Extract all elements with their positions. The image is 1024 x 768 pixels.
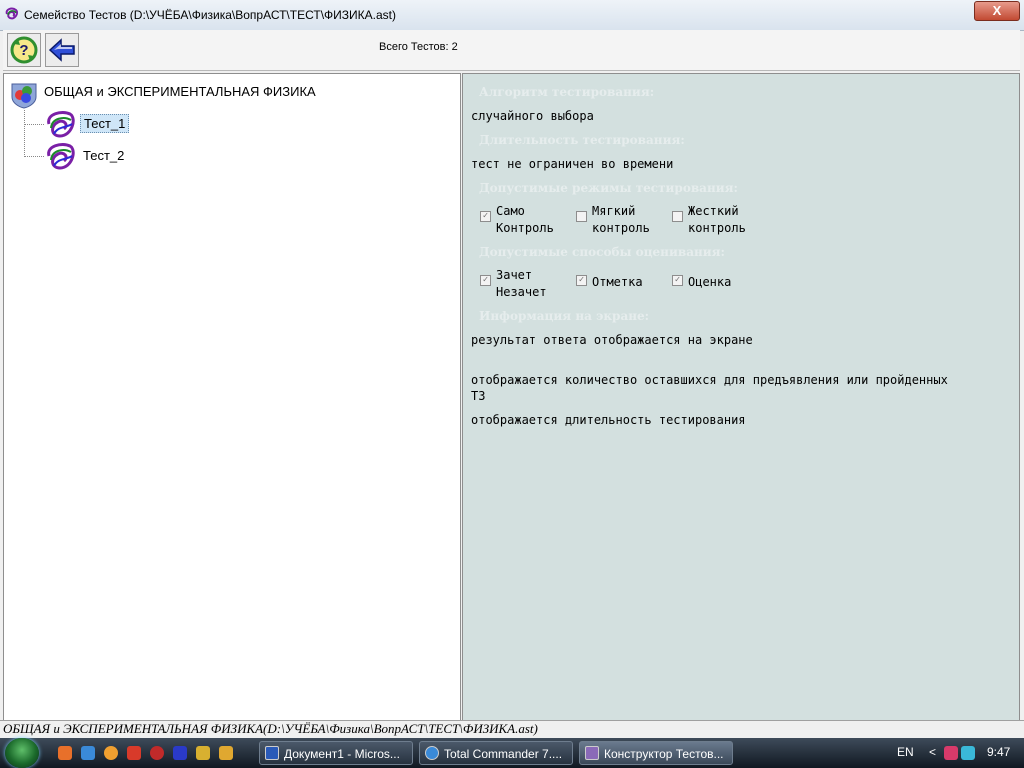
task-total-commander[interactable]: Total Commander 7.... [419,741,573,765]
help-refresh-icon: ? [10,36,38,64]
mail-agent-icon[interactable] [104,746,118,760]
grading-heading: Допустимые способы оценивания: [479,245,725,259]
title-bar: Семейство Тестов (D:\УЧЁБА\Физика\ВопрАС… [0,0,1024,31]
task-word-document[interactable]: Документ1 - Micros... [259,741,413,765]
tree-item-test-2[interactable]: Тест_2 [80,147,127,164]
help-refresh-button[interactable]: ? [7,33,41,67]
total-commander-icon [425,746,439,760]
algorithm-heading: Алгоритм тестирования: [479,85,655,99]
grading-score-checkbox[interactable]: ✓ [672,275,683,286]
toolbar: ? Всего Тестов: 2 [3,30,1020,71]
mode-soft-control-checkbox[interactable] [576,211,587,222]
network-icon[interactable] [961,746,975,760]
mode-hard-control-label: Жесткий контроль [688,204,746,235]
screen-info-line: ТЗ [471,389,486,403]
save-disk-icon[interactable] [173,746,187,760]
test-details-panel: Алгоритм тестирования: случайного выбора… [462,73,1020,721]
screen-info-line: отображается длительность тестирования [471,413,746,427]
tray-app-icon[interactable] [944,746,958,760]
algorithm-value: случайного выбора [471,109,594,123]
back-button[interactable] [45,33,79,67]
status-text: ОБЩАЯ и ЭКСПЕРИМЕНТАЛЬНАЯ ФИЗИКА(D:\УЧЁБ… [3,721,538,736]
mode-hard-control-checkbox[interactable] [672,211,683,222]
close-button[interactable]: X [974,1,1020,21]
tray-expand-arrow[interactable]: < [929,745,936,759]
screen-info-line: результат ответа отображается на экране [471,333,753,347]
grading-pass-fail-checkbox[interactable]: ✓ [480,275,491,286]
status-bar: ОБЩАЯ и ЭКСПЕРИМЕНТАЛЬНАЯ ФИЗИКА(D:\УЧЁБ… [0,720,1024,738]
grading-mark-checkbox[interactable]: ✓ [576,275,587,286]
clock[interactable]: 9:47 [987,745,1010,759]
app-icon [5,7,19,20]
modes-heading: Допустимые режимы тестирования: [479,181,738,195]
screen-info-heading: Информация на экране: [479,309,650,323]
constructor-app-icon [585,746,599,760]
grading-score-label: Оценка [688,275,732,289]
word-icon [265,746,279,760]
tree-connector [24,156,44,157]
mode-self-control-label: Само Контроль [496,204,554,235]
mode-soft-control-label: Мягкий контроль [592,204,650,235]
duration-value: тест не ограничен во времени [471,157,674,171]
app-launcher-icon[interactable] [127,746,141,760]
total-tests-label: Всего Тестов: 2 [379,41,458,53]
firefox-icon[interactable] [58,746,72,760]
media-icon[interactable] [150,746,164,760]
svg-text:?: ? [19,42,28,59]
browser-icon[interactable] [81,746,95,760]
tree-item-test-1[interactable]: Тест_1 [80,114,130,133]
language-indicator[interactable]: EN [897,745,914,759]
task-test-constructor[interactable]: Конструктор Тестов... [579,741,733,765]
grading-mark-label: Отметка [592,275,643,289]
taskbar: Документ1 - Micros... Total Commander 7.… [0,738,1024,768]
screen-info-line: отображается количество оставшихся для п… [471,373,948,387]
folder-icon[interactable] [219,746,233,760]
test-icon [47,110,75,138]
subject-folder-icon [11,83,37,109]
back-arrow-icon [48,38,75,62]
tree-connector [24,110,25,157]
grading-pass-fail-label: Зачет Незачет [496,268,547,299]
tests-tree-panel[interactable]: ОБЩАЯ и ЭКСПЕРИМЕНТАЛЬНАЯ ФИЗИКА Тест_1 … [3,73,461,721]
tree-connector [24,124,44,125]
duration-heading: Длительность тестирования: [479,133,685,147]
mode-self-control-checkbox[interactable]: ✓ [480,211,491,222]
test-icon [47,142,75,170]
start-button[interactable] [5,738,39,768]
tree-root-label[interactable]: ОБЩАЯ и ЭКСПЕРИМЕНТАЛЬНАЯ ФИЗИКА [44,84,316,99]
window-title: Семейство Тестов (D:\УЧЁБА\Физика\ВопрАС… [24,8,396,22]
tools-icon[interactable] [196,746,210,760]
